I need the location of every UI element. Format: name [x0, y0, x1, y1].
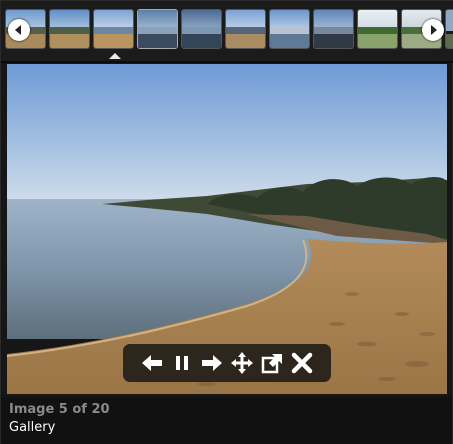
thumbnail-3[interactable]: [93, 9, 134, 49]
popout-icon: [261, 354, 282, 374]
arrow-right-icon: [202, 355, 222, 371]
move-button[interactable]: [229, 350, 255, 376]
thumbnail-strip: [1, 1, 453, 63]
chevron-right-icon: [431, 25, 437, 35]
previous-image-button[interactable]: [139, 350, 165, 376]
next-image-button[interactable]: [199, 350, 225, 376]
thumbnail-5[interactable]: [181, 9, 222, 49]
thumbnail-8[interactable]: [313, 9, 354, 49]
thumbnail-4[interactable]: [137, 9, 178, 49]
slideshow-controls: [123, 344, 331, 382]
close-icon: [291, 352, 313, 374]
main-image[interactable]: [7, 64, 447, 394]
thumbnail-11[interactable]: [445, 9, 453, 49]
close-button[interactable]: [289, 350, 315, 376]
thumbnails-prev-button[interactable]: [8, 19, 30, 41]
selected-thumbnail-indicator: [109, 53, 121, 59]
popout-button[interactable]: [259, 350, 285, 376]
pause-icon: [176, 356, 188, 370]
caption-bar: Image 5 of 20 Gallery: [1, 397, 452, 444]
chevron-left-icon: [15, 25, 21, 35]
thumbnail-9[interactable]: [357, 9, 398, 49]
thumbnail-6[interactable]: [225, 9, 266, 49]
pause-button[interactable]: [169, 350, 195, 376]
thumbnails-next-button[interactable]: [422, 19, 444, 41]
arrow-left-icon: [142, 355, 162, 371]
thumbnail-2[interactable]: [49, 9, 90, 49]
move-icon: [231, 352, 253, 374]
gallery-window: Image 5 of 20 Gallery: [0, 0, 453, 444]
thumbnail-7[interactable]: [269, 9, 310, 49]
gallery-title: Gallery: [9, 420, 56, 435]
image-counter: Image 5 of 20: [9, 402, 110, 417]
